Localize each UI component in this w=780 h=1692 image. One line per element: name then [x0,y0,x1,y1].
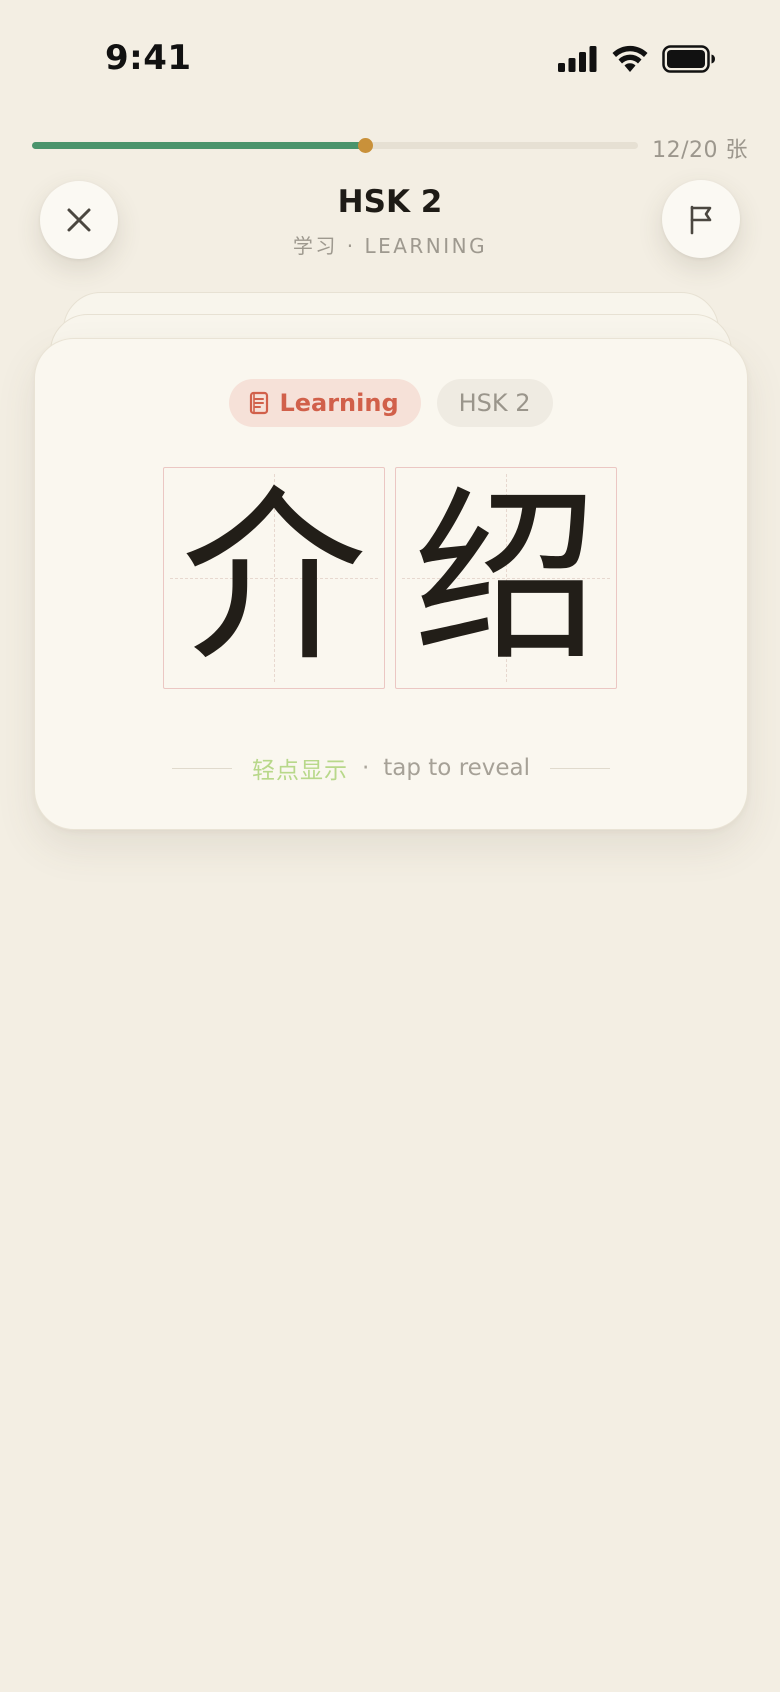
level-badge: HSK 2 [436,379,553,427]
tap-to-reveal-hint[interactable]: 轻点显示 · tap to reveal [35,751,747,785]
progress-bar [32,138,638,153]
hanzi-character: 绍 [412,469,599,686]
wifi-icon [612,45,648,72]
card-chips: Learning HSK 2 [35,379,747,427]
reveal-hint-chinese: 轻点显示 [251,758,348,784]
flashcard[interactable]: Learning HSK 2 介 绍 轻点显示 · tap to reveal [34,338,748,830]
learning-badge-label: Learning [279,389,399,417]
progress-fill [32,142,366,149]
battery-icon [662,45,715,73]
divider [171,767,232,769]
page-subtitle: 学习 · LEARNING [292,234,488,258]
flag-icon [690,205,712,235]
character-row: 介 绍 [163,467,617,689]
status-icons [558,44,716,74]
progress-knob [358,138,374,153]
progress-count: 12/20 张 [652,138,748,163]
divider [550,767,611,769]
status-time: 9:41 [105,38,192,78]
status-badge: Learning [229,379,421,427]
reveal-hint-english: tap to reveal [383,755,531,781]
status-bar: 9:41 [0,0,780,110]
flag-button[interactable] [662,180,740,258]
reveal-hint-separator: · [361,755,370,781]
cellular-signal-icon [558,46,597,72]
character-box: 介 [163,467,385,689]
character-box: 绍 [395,467,617,689]
hanzi-character: 介 [180,469,367,686]
notebook-icon [249,391,269,415]
